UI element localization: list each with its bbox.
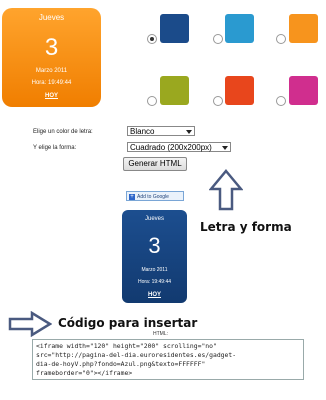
text-color-value: Blanco: [130, 127, 155, 136]
calendar-preview-small: Jueves 3 Marzo 2011 Hora: 19:49:44 HOY: [122, 210, 187, 303]
time-label: Hora: 19:49:44: [31, 80, 72, 86]
add-to-google-button[interactable]: + Add to Google: [126, 191, 184, 201]
radio-red[interactable]: [213, 96, 223, 106]
time-label: Hora: 19:49:44: [137, 279, 172, 285]
today-link[interactable]: HOY: [2, 93, 101, 99]
radio-orange[interactable]: [276, 34, 286, 44]
html-caption: HTML:: [153, 331, 168, 337]
chevron-down-icon: [186, 130, 192, 134]
swatch-pink[interactable]: [289, 76, 318, 105]
radio-lightblue[interactable]: [213, 34, 223, 44]
add-to-google-label: Add to Google: [137, 194, 169, 200]
arrow-up-icon: [209, 169, 243, 211]
chevron-down-icon: [222, 146, 228, 150]
day-number: 3: [148, 233, 161, 258]
today-link[interactable]: HOY: [122, 292, 187, 298]
arrow-right-icon: [8, 311, 52, 337]
text-color-label: Elige un color de letra:: [33, 129, 93, 135]
radio-blue[interactable]: [147, 34, 157, 44]
text-color-select[interactable]: Blanco: [127, 126, 195, 136]
letra-forma-annotation: Letra y forma: [200, 220, 292, 234]
swatch-lightblue[interactable]: [225, 14, 254, 43]
shape-value: Cuadrado (200x200px): [130, 143, 212, 152]
plus-icon: +: [129, 194, 135, 200]
weekday-label: Jueves: [38, 13, 65, 22]
embed-code-textarea[interactable]: <iframe width="120" height="200" scrolli…: [32, 339, 304, 380]
swatch-olive[interactable]: [160, 76, 189, 105]
generate-html-button[interactable]: Generar HTML: [123, 157, 187, 171]
swatch-red[interactable]: [225, 76, 254, 105]
codigo-annotation: Código para insertar: [58, 316, 198, 330]
shape-select[interactable]: Cuadrado (200x200px): [127, 142, 231, 152]
weekday-label: Jueves: [144, 216, 164, 222]
calendar-preview-large: Jueves 3 Marzo 2011 Hora: 19:49:44 HOY: [2, 8, 101, 107]
shape-label: Y elige la forma:: [33, 145, 77, 151]
month-year-label: Marzo 2011: [35, 68, 68, 74]
day-number: 3: [44, 34, 59, 61]
swatch-orange[interactable]: [289, 14, 318, 43]
swatch-blue[interactable]: [160, 14, 189, 43]
radio-olive[interactable]: [147, 96, 157, 106]
radio-pink[interactable]: [276, 96, 286, 106]
month-year-label: Marzo 2011: [141, 267, 168, 273]
